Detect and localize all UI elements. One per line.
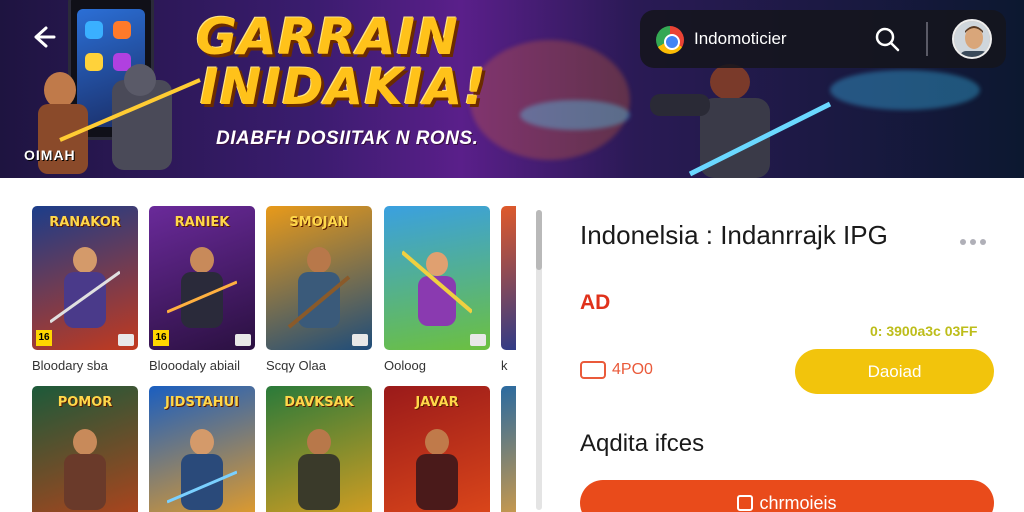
back-arrow-icon[interactable] (28, 22, 62, 56)
game-cover[interactable] (384, 206, 490, 350)
game-cover-art (416, 429, 458, 510)
app-root: GARRAIN INIDAKIA! DIABFH DOSIITAK N RONS… (0, 0, 1024, 512)
url-field[interactable]: Indomoticier (694, 29, 787, 49)
publisher-logo (352, 334, 368, 346)
avatar[interactable] (952, 19, 992, 59)
game-cover[interactable]: JAVAR (384, 386, 490, 512)
banner-corner-label: OIMAH (24, 147, 76, 163)
browser-bar: Indomoticier (640, 10, 1006, 68)
content-area: RANAKOR 16 Bloodary sba RANIEK 16 Bloood… (0, 178, 1024, 512)
game-cover-title: POMOR (57, 395, 113, 410)
search-icon[interactable] (872, 24, 902, 54)
age-badge: AD (580, 291, 611, 314)
game-cover[interactable]: POMOR (32, 386, 138, 512)
rating-icon (580, 361, 606, 379)
game-cover-title: DAVKSAK (284, 395, 354, 410)
publisher-logo (235, 334, 251, 346)
game-cover[interactable]: SMOJAN (266, 206, 372, 350)
banner-title-line2: INIDAKIA! (200, 58, 488, 116)
game-cover-title: RANIEK (174, 215, 230, 230)
game-card-partial[interactable]: k (501, 206, 516, 373)
game-name[interactable]: Ooloog (384, 358, 490, 373)
warrior-right-illustration (650, 64, 832, 178)
game-card[interactable]: Ooloog (384, 206, 490, 373)
publisher-logo (118, 334, 134, 346)
game-name[interactable]: Blooodaly abiail (149, 358, 255, 373)
game-cover-art (167, 429, 237, 510)
banner-title: GARRAIN INIDAKIA! (196, 12, 487, 112)
game-card[interactable]: DAVKSAK (266, 386, 372, 512)
game-cover[interactable]: RANAKOR 16 (32, 206, 138, 350)
action-button[interactable]: chrmoieis (580, 480, 994, 512)
rating-value: 4PO0 (612, 361, 653, 379)
game-name[interactable]: Bloodary sba (32, 358, 138, 373)
game-grid: RANAKOR 16 Bloodary sba RANIEK 16 Bloood… (32, 206, 516, 512)
scrollbar-thumb[interactable] (536, 210, 542, 270)
game-cover[interactable] (501, 206, 516, 350)
game-cover-art (167, 247, 237, 328)
hero-banner: GARRAIN INIDAKIA! DIABFH DOSIITAK N RONS… (0, 0, 1024, 178)
game-cover[interactable]: DAVKSAK (266, 386, 372, 512)
rating-row: 4PO0 (580, 361, 653, 379)
game-card[interactable]: SMOJAN Scqy Olaa (266, 206, 372, 373)
game-card[interactable]: RANIEK 16 Blooodaly abiail (149, 206, 255, 373)
game-card[interactable]: RANAKOR 16 Bloodary sba (32, 206, 138, 373)
download-button[interactable]: Daoiad (795, 349, 994, 394)
action-icon (737, 495, 754, 511)
game-cover-art (298, 429, 340, 510)
game-cover-title: SMOJAN (289, 215, 349, 230)
game-card[interactable]: POMOR (32, 386, 138, 512)
publisher-logo (470, 334, 486, 346)
age-rating-badge: 16 (153, 330, 169, 346)
price-label: 0: 3900a3c 03FF (870, 323, 978, 339)
game-cover-art (402, 250, 472, 326)
game-cover-title: JIDSTAHUI (164, 395, 240, 410)
more-options-icon[interactable] (960, 232, 990, 245)
game-cover[interactable] (501, 386, 516, 512)
game-name[interactable]: Scqy Olaa (266, 358, 372, 373)
game-cover-art (64, 429, 106, 510)
game-cover-title: JAVAR (415, 395, 459, 410)
age-rating-badge: 16 (36, 330, 52, 346)
game-cover-title: RANAKOR (49, 215, 121, 230)
app-title: Indonelsia : Indanrrajk IPG (580, 220, 888, 250)
game-cover[interactable]: RANIEK 16 (149, 206, 255, 350)
game-card-partial[interactable] (501, 386, 516, 512)
scrollbar[interactable] (536, 210, 542, 510)
banner-subtitle: DIABFH DOSIITAK N RONS. (216, 128, 479, 149)
action-button-label: chrmoieis (759, 493, 837, 512)
game-card[interactable]: JAVAR (384, 386, 490, 512)
app-detail-panel: Indonelsia : Indanrrajk IPG AD 0: 3900a3… (580, 216, 1000, 512)
game-cover[interactable]: JIDSTAHUI (149, 386, 255, 512)
game-card[interactable]: JIDSTAHUI (149, 386, 255, 512)
game-cover-art (50, 247, 120, 328)
section-title: Aqdita ifces (580, 430, 705, 457)
game-name[interactable]: k (501, 358, 516, 373)
chrome-icon[interactable] (656, 26, 684, 54)
game-cover-art (287, 247, 351, 329)
divider (926, 22, 928, 56)
